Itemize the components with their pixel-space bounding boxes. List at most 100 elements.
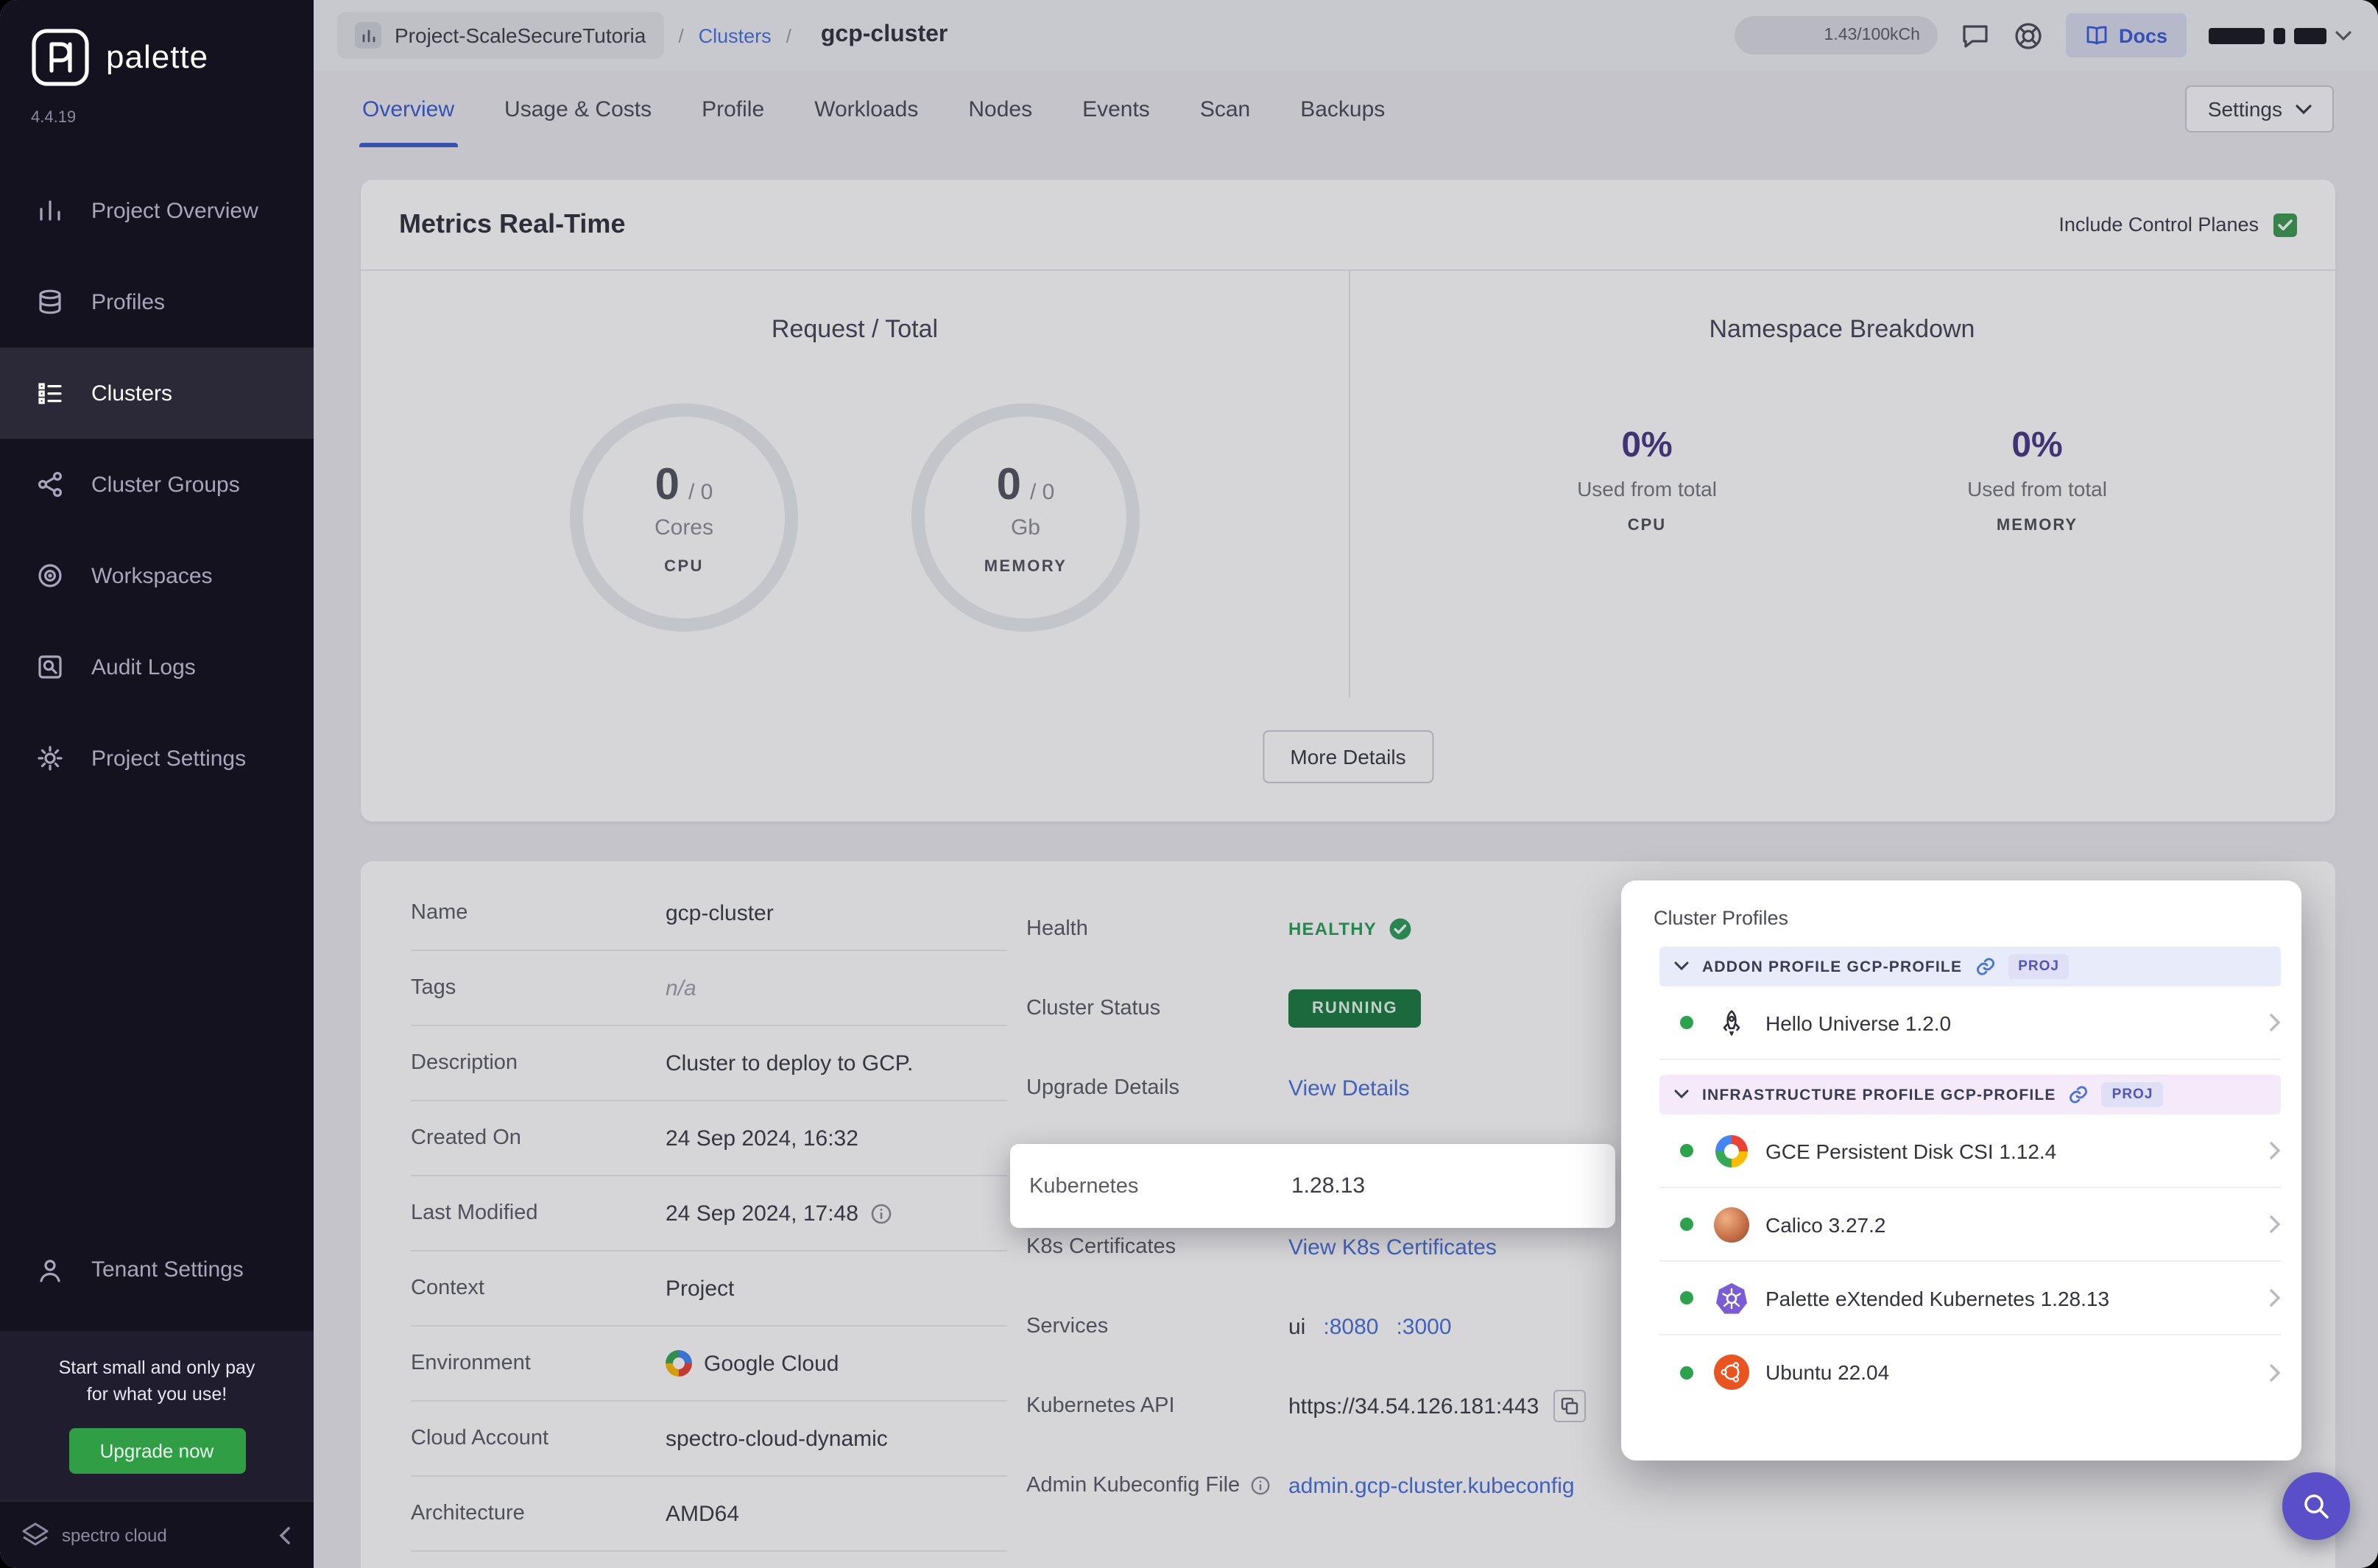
calico-icon xyxy=(1714,1207,1749,1242)
detail-value: gcp-cluster xyxy=(666,900,774,925)
detail-label: Tags xyxy=(411,976,456,1000)
namespace-memory-metric: MEMORY xyxy=(1996,517,2078,534)
include-control-planes-toggle[interactable]: Include Control Planes xyxy=(2058,213,2297,236)
settings-button[interactable]: Settings xyxy=(2185,85,2334,133)
include-control-planes-label: Include Control Planes xyxy=(2058,213,2259,236)
floating-search-button[interactable] xyxy=(2282,1472,2350,1540)
detail-row-created-on: Created On 24 Sep 2024, 16:32 xyxy=(411,1101,1007,1176)
clusters-icon xyxy=(38,383,62,404)
profile-item-gce-persistent-disk[interactable]: GCE Persistent Disk CSI 1.12.4 xyxy=(1659,1115,2281,1188)
user-menu[interactable] xyxy=(2209,27,2351,43)
chevron-down-icon xyxy=(2335,30,2351,40)
chat-icon[interactable] xyxy=(1960,20,1991,51)
tab-workloads[interactable]: Workloads xyxy=(814,71,918,147)
memory-gauge-total: / 0 xyxy=(1030,479,1055,504)
cpu-gauge-value: 0 xyxy=(655,460,680,509)
help-icon[interactable] xyxy=(2013,20,2044,51)
sidebar-item-label: Profiles xyxy=(91,289,166,314)
project-selector[interactable]: Project-ScaleSecureTutoria xyxy=(337,12,664,59)
profile-pack-name: Palette eXtended Kubernetes 1.28.13 xyxy=(1765,1286,2110,1310)
detail-row-tags: Tags n/a xyxy=(411,951,1007,1026)
tab-profile[interactable]: Profile xyxy=(702,71,764,147)
detail-row-last-modified: Last Modified 24 Sep 2024, 17:48 xyxy=(411,1176,1007,1251)
metrics-divider xyxy=(1349,271,1350,698)
cpu-gauge-unit: Cores xyxy=(654,515,713,540)
status-dot-green xyxy=(1680,1218,1693,1231)
cluster-tabs: Overview Usage & Costs Profile Workloads… xyxy=(314,71,2378,147)
cluster-groups-icon xyxy=(38,471,63,498)
sidebar-item-audit-logs[interactable]: Audit Logs xyxy=(0,621,314,713)
sidebar-item-clusters[interactable]: Clusters xyxy=(0,347,314,439)
sidebar-item-project-overview[interactable]: Project Overview xyxy=(0,165,314,256)
palette-logo-icon xyxy=(29,27,91,88)
tab-scan[interactable]: Scan xyxy=(1200,71,1250,147)
cpu-gauge-metric: CPU xyxy=(664,557,704,575)
infrastructure-profile-group-header[interactable]: INFRASTRUCTURE PROFILE GCP-PROFILE PROJ xyxy=(1659,1075,2281,1115)
chevron-down-icon xyxy=(1674,1090,1689,1099)
proj-badge: PROJ xyxy=(2008,954,2070,979)
tab-nodes[interactable]: Nodes xyxy=(968,71,1032,147)
tab-backups[interactable]: Backups xyxy=(1300,71,1385,147)
tab-overview[interactable]: Overview xyxy=(359,71,457,147)
workspaces-icon xyxy=(38,564,62,587)
copy-api-url-button[interactable] xyxy=(1553,1390,1587,1422)
sidebar-item-tenant-settings[interactable]: Tenant Settings xyxy=(0,1225,314,1316)
service-port-8080-link[interactable]: :8080 xyxy=(1323,1314,1378,1339)
detail-label: Description xyxy=(411,1051,518,1075)
namespace-cpu-stat: 0% Used from total CPU xyxy=(1522,425,1772,534)
breadcrumb-separator: / xyxy=(786,24,791,46)
profiles-icon xyxy=(39,289,61,314)
upgrade-now-button[interactable]: Upgrade now xyxy=(68,1428,245,1474)
tab-events[interactable]: Events xyxy=(1082,71,1150,147)
detail-label: Upgrade Details xyxy=(1026,1076,1179,1100)
request-total-title: Request / Total xyxy=(771,315,939,343)
more-details-button[interactable]: More Details xyxy=(1262,730,1434,783)
chevron-right-icon xyxy=(2270,1363,2281,1381)
cpu-gauge-total: / 0 xyxy=(688,479,713,504)
user-name-redacted xyxy=(2294,27,2326,43)
namespace-memory-stat: 0% Used from total MEMORY xyxy=(1912,425,2162,534)
cluster-profiles-title: Cluster Profiles xyxy=(1654,907,1789,929)
header-actions: 1.43/100kCh Docs xyxy=(1734,13,2351,57)
request-total-section: Request / Total 0 / 0 Cores CPU 0 / 0 Gb… xyxy=(361,271,1349,822)
sidebar-item-workspaces[interactable]: Workspaces xyxy=(0,530,314,621)
view-k8s-certificates-link[interactable]: View K8s Certificates xyxy=(1288,1235,1497,1260)
healthy-check-icon xyxy=(1389,918,1411,940)
spectro-cloud-label: spectro cloud xyxy=(62,1525,167,1545)
profile-item-palette-extended-kubernetes[interactable]: Palette eXtended Kubernetes 1.28.13 xyxy=(1659,1262,2281,1335)
detail-value: Google Cloud xyxy=(704,1351,839,1376)
include-control-planes-checkbox[interactable] xyxy=(2273,213,2297,236)
search-icon xyxy=(2304,1494,2329,1519)
settings-label: Settings xyxy=(2207,97,2282,121)
addon-profile-group-header[interactable]: ADDON PROFILE GCP-PROFILE PROJ xyxy=(1659,947,2281,986)
palette-app-window: palette 4.4.19 Project Overview Profiles… xyxy=(0,0,2378,1568)
detail-row-environment: Environment Google Cloud xyxy=(411,1327,1007,1402)
sidebar-item-label: Workspaces xyxy=(91,563,213,588)
memory-gauge: 0 / 0 Gb MEMORY xyxy=(911,403,1140,632)
breadcrumb-clusters-link[interactable]: Clusters xyxy=(699,24,772,46)
detail-label: Admin Kubeconfig File xyxy=(1026,1474,1241,1497)
detail-label: Health xyxy=(1026,917,1088,941)
service-name: ui xyxy=(1288,1314,1306,1339)
spectro-cloud-logo-icon xyxy=(21,1522,50,1548)
profile-item-ubuntu[interactable]: Ubuntu 22.04 xyxy=(1659,1335,2281,1409)
detail-value: spectro-cloud-dynamic xyxy=(666,1426,888,1451)
collapse-sidebar-icon[interactable] xyxy=(278,1526,293,1544)
admin-kubeconfig-link[interactable]: admin.gcp-cluster.kubeconfig xyxy=(1288,1473,1575,1498)
service-port-3000-link[interactable]: :3000 xyxy=(1396,1314,1451,1339)
sidebar-item-label: Clusters xyxy=(91,381,173,406)
breadcrumb-separator: / xyxy=(678,24,684,46)
profile-item-calico[interactable]: Calico 3.27.2 xyxy=(1659,1188,2281,1262)
detail-value: AMD64 xyxy=(666,1501,740,1526)
sidebar-item-label: Project Settings xyxy=(91,746,247,771)
sidebar-item-profiles[interactable]: Profiles xyxy=(0,256,314,347)
docs-button[interactable]: Docs xyxy=(2065,13,2187,57)
view-details-link[interactable]: View Details xyxy=(1288,1076,1410,1101)
tab-usage-costs[interactable]: Usage & Costs xyxy=(504,71,652,147)
breadcrumb-cluster-name: gcp-cluster xyxy=(820,22,948,47)
info-icon[interactable] xyxy=(870,1202,892,1224)
info-icon[interactable] xyxy=(1250,1475,1271,1496)
sidebar-item-project-settings[interactable]: Project Settings xyxy=(0,713,314,804)
profile-item-hello-universe[interactable]: Hello Universe 1.2.0 xyxy=(1659,986,2281,1060)
sidebar-item-cluster-groups[interactable]: Cluster Groups xyxy=(0,439,314,530)
